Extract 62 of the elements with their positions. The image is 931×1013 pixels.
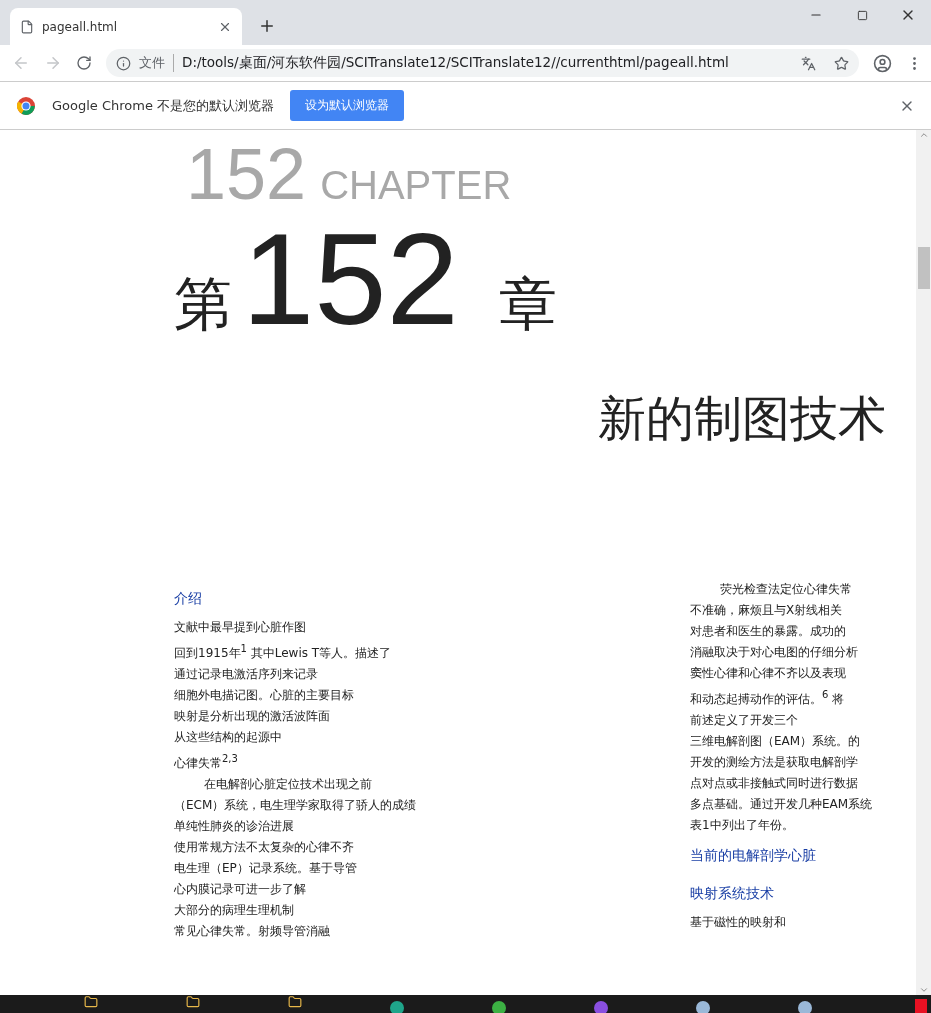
chrome-logo-icon bbox=[16, 95, 36, 116]
body-text: 基于磁性的映射和 bbox=[690, 913, 787, 931]
folder-icon[interactable] bbox=[84, 995, 98, 1009]
body-text: 常见心律失常。射频导管消融 bbox=[174, 922, 331, 940]
url-text: D:/tools/桌面/河东软件园/SCITranslate12/SCITranslate12//currenthtml/pageall.html bbox=[182, 54, 730, 72]
reload-icon[interactable] bbox=[76, 55, 92, 71]
body-text: 回到1915年$^{1}$ 其中Lewis T等人。描述了 bbox=[174, 641, 393, 662]
file-icon bbox=[20, 19, 34, 34]
section-heading: 介绍 bbox=[174, 588, 203, 608]
section-heading: 映射系统技术 bbox=[690, 883, 775, 903]
chapter-number: 152 bbox=[242, 214, 459, 344]
folder-icon[interactable] bbox=[186, 995, 200, 1009]
chapter-suffix: 章 bbox=[498, 275, 557, 333]
scheme-label: 文件 bbox=[139, 54, 174, 72]
scroll-thumb[interactable] bbox=[917, 247, 930, 289]
body-text: 点对点或非接触式同时进行数据 bbox=[690, 774, 859, 792]
scrollbar[interactable] bbox=[916, 130, 931, 995]
body-text: 通过记录电激活序列来记录 bbox=[174, 665, 319, 683]
body-text: 前述定义了开发三个 bbox=[690, 711, 799, 729]
section-heading: 当前的电解剖学心脏 bbox=[690, 845, 817, 865]
star-icon[interactable] bbox=[834, 55, 849, 71]
body-text: 大部分的病理生理机制 bbox=[174, 901, 295, 919]
body-text: 心内膜记录可进一步了解 bbox=[174, 880, 307, 898]
app-icon[interactable] bbox=[696, 1001, 710, 1013]
chapter-backdrop-number: 152 bbox=[186, 138, 307, 210]
body-text: 映射是分析出现的激活波阵面 bbox=[174, 707, 331, 725]
info-icon[interactable] bbox=[116, 55, 131, 71]
body-text: 从这些结构的起源中 bbox=[174, 728, 283, 746]
new-tab-icon[interactable] bbox=[258, 17, 276, 35]
body-text: 细胞外电描记图。心脏的主要目标 bbox=[174, 686, 355, 704]
body-text: 表1中列出了年份。 bbox=[690, 816, 795, 834]
body-text: 电生理（EP）记录系统。基于导管 bbox=[174, 859, 358, 877]
body-text: 荧光检查法定位心律失常 bbox=[719, 580, 853, 598]
body-text: 在电解剖心脏定位技术出现之前 bbox=[203, 775, 373, 793]
chapter-title: 新的制图技术 bbox=[597, 392, 887, 445]
infobar-message: Google Chrome 不是您的默认浏览器 bbox=[52, 96, 275, 115]
body-text: 多点基础。通过开发几种EAM系统 bbox=[690, 795, 874, 813]
body-text: 单纯性肺炎的诊治进展 bbox=[174, 817, 295, 835]
app-icon[interactable] bbox=[390, 1001, 404, 1013]
chapter-prefix: 第 bbox=[174, 275, 232, 333]
body-text: 心律失常$^{2,3}$ bbox=[174, 751, 239, 772]
body-text: （ECM）系统，电生理学家取得了骄人的成绩 bbox=[174, 796, 418, 814]
address-bar[interactable]: 文件 D:/tools/桌面/河东软件园/SCITranslate12/SCITranslate12//currenthtml/pageall.html bbox=[106, 49, 859, 77]
chapter-backdrop-word: CHAPTER bbox=[320, 165, 512, 205]
set-default-button[interactable]: 设为默认浏览器 bbox=[290, 90, 405, 121]
body-text: 消融取决于对心电图的仔细分析 bbox=[690, 643, 859, 661]
body-text: 对患者和医生的暴露。成功的 bbox=[690, 622, 847, 640]
body-text: 窦性心律和心律不齐以及表现 bbox=[690, 664, 847, 682]
tab-title: pageall.html bbox=[42, 19, 119, 34]
browser-tab[interactable]: pageall.html bbox=[10, 8, 242, 45]
body-text: 和动态起搏动作的评估。$^{6}$ 将 bbox=[690, 687, 846, 708]
body-text: 使用常规方法不太复杂的心律不齐 bbox=[174, 838, 355, 856]
app-icon[interactable] bbox=[594, 1001, 608, 1013]
body-text: 文献中最早提到心脏作图 bbox=[174, 618, 307, 636]
translate-icon[interactable] bbox=[801, 55, 816, 71]
app-icon[interactable] bbox=[492, 1001, 506, 1013]
body-text: 开发的测绘方法是获取电解剖学 bbox=[690, 753, 859, 771]
folder-icon[interactable] bbox=[288, 995, 302, 1009]
app-icon[interactable] bbox=[798, 1001, 812, 1013]
profile-icon[interactable] bbox=[873, 53, 892, 73]
body-text: 不准确，麻烦且与X射线相关 bbox=[690, 601, 844, 619]
body-text: 三维电解剖图（EAM）系统。的 bbox=[690, 732, 862, 750]
